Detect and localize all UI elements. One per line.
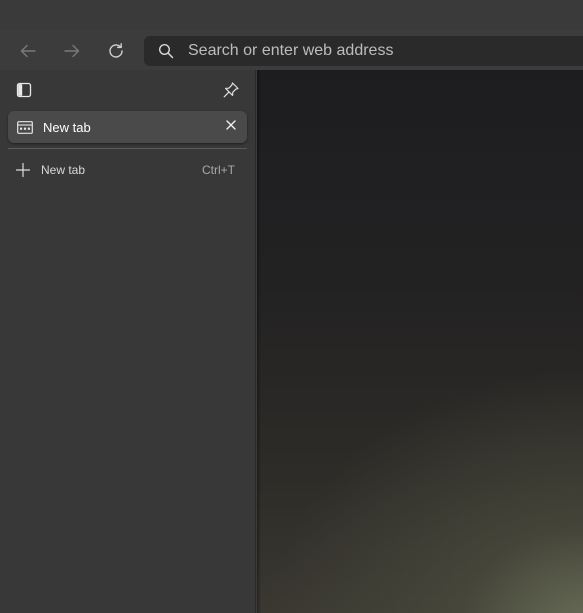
address-input[interactable]: [188, 36, 583, 66]
new-tab-shortcut: Ctrl+T: [202, 163, 235, 177]
search-icon: [158, 43, 174, 59]
refresh-icon: [106, 41, 126, 61]
forward-button[interactable]: [57, 36, 87, 66]
content-edge-shadow: [257, 70, 261, 613]
new-tab-label: New tab: [41, 163, 86, 177]
vertical-tabs-sidebar: New tab New tab Ctrl+T: [0, 70, 256, 613]
arrow-right-icon: [62, 41, 82, 61]
browser-window: New tab New tab Ctrl+T: [0, 0, 583, 613]
close-tab-button[interactable]: [220, 116, 242, 138]
sidebar-toggle-button[interactable]: [14, 82, 34, 102]
plus-icon: [14, 161, 32, 179]
page-content[interactable]: [257, 70, 583, 613]
sidebar-panel-icon: [16, 82, 32, 103]
sidebar-divider: [8, 148, 247, 149]
sidebar-header: [0, 70, 255, 110]
refresh-button[interactable]: [101, 36, 131, 66]
tab-new-tab[interactable]: New tab: [8, 111, 247, 143]
arrow-left-icon: [18, 41, 38, 61]
back-button[interactable]: [13, 36, 43, 66]
new-tab-page-icon: [16, 120, 34, 134]
pin-icon: [222, 81, 240, 104]
title-bar: [0, 0, 583, 30]
pin-sidebar-button[interactable]: [220, 81, 242, 103]
toolbar: [0, 0, 583, 70]
close-icon: [225, 118, 237, 136]
tab-title: New tab: [43, 119, 91, 135]
address-bar[interactable]: [144, 36, 583, 66]
new-tab-button[interactable]: New tab Ctrl+T: [8, 156, 247, 184]
